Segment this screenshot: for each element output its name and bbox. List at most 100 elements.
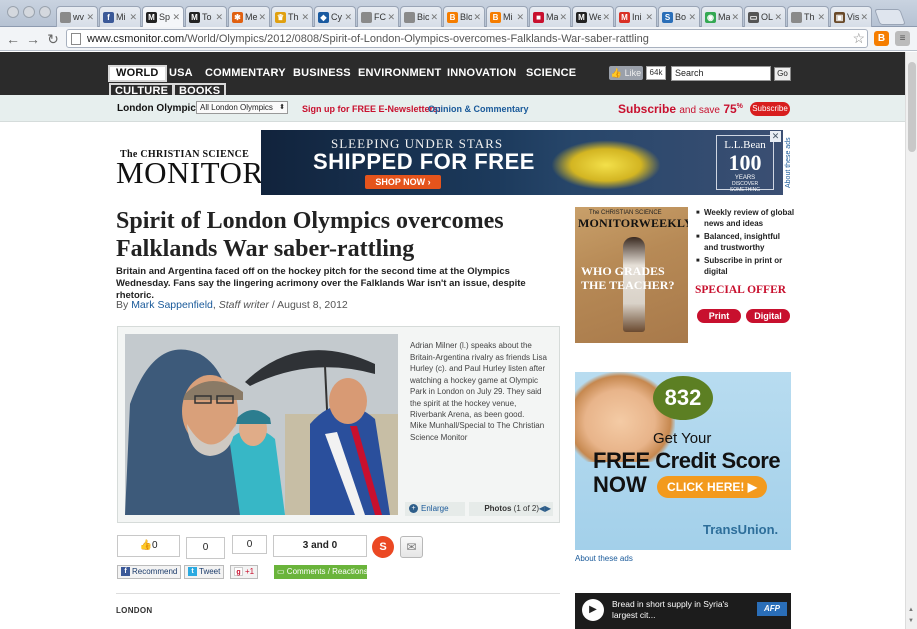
newsletter-signup-text[interactable]: Sign up for FREE E-Newsletters: [302, 104, 441, 114]
llbean-banner-ad[interactable]: SLEEPING UNDER STARS SHIPPED FOR FREE SH… [261, 130, 783, 195]
article-photo[interactable] [125, 334, 398, 515]
tab-close-icon[interactable]: ✕ [860, 12, 868, 23]
tab-close-icon[interactable]: ✕ [774, 12, 782, 23]
tab-close-icon[interactable]: ✕ [172, 12, 180, 23]
tab-close-icon[interactable]: ✕ [215, 12, 223, 23]
browser-tab[interactable]: f Mi ✕ [99, 6, 141, 27]
tab-close-icon[interactable]: ✕ [731, 12, 739, 23]
llbean-logo: L.L.Bean 100 YEARS DISCOVER SOMETHING [716, 135, 774, 193]
tab-close-icon[interactable]: ✕ [344, 12, 352, 23]
browser-tab[interactable]: Bic ✕ [400, 6, 442, 27]
browser-tab[interactable]: M To ✕ [185, 6, 227, 27]
browser-tab[interactable]: FC ✕ [357, 6, 399, 27]
byline-by: By [116, 299, 129, 311]
tab-close-icon[interactable]: ✕ [301, 12, 309, 23]
enlarge-button[interactable]: + Enlarge [405, 502, 465, 516]
tab-close-icon[interactable]: ✕ [86, 12, 94, 23]
maximize-window-button[interactable] [39, 6, 51, 18]
ad-close-icon[interactable]: ✕ [770, 131, 781, 142]
nav-science[interactable]: SCIENCE [526, 65, 576, 82]
click-here-button[interactable]: CLICK HERE! ▶ [657, 476, 767, 498]
tab-close-icon[interactable]: ✕ [258, 12, 266, 23]
browser-tab[interactable]: ♛ Th ✕ [271, 6, 313, 27]
reload-icon[interactable]: ↻ [44, 30, 62, 48]
article-dek: Britain and Argentina faced off on the h… [116, 266, 526, 301]
tab-label: wv [73, 12, 84, 22]
tab-close-icon[interactable]: ✕ [516, 12, 524, 23]
play-icon[interactable]: ▶ [582, 599, 604, 621]
opinion-commentary-link[interactable]: Opinion & Commentary [428, 104, 529, 114]
browser-tab[interactable]: ◉ Ma ✕ [701, 6, 743, 27]
browser-tab[interactable]: M Ini ✕ [615, 6, 657, 27]
close-window-button[interactable] [7, 6, 19, 18]
browser-tab[interactable]: M Sp ✕ [142, 6, 184, 27]
nav-business[interactable]: BUSINESS [293, 65, 351, 82]
minimize-window-button[interactable] [23, 6, 35, 18]
tab-close-icon[interactable]: ✕ [430, 12, 438, 23]
tweet-button[interactable]: t Tweet [184, 565, 225, 579]
shop-now-button[interactable]: SHOP NOW › [365, 175, 441, 189]
tab-close-icon[interactable]: ✕ [559, 12, 567, 23]
tab-close-icon[interactable]: ✕ [473, 12, 481, 23]
browser-tab[interactable]: B Blo ✕ [443, 6, 485, 27]
stumbleupon-icon[interactable]: S [372, 536, 394, 558]
tab-close-icon[interactable]: ✕ [817, 12, 825, 23]
tab-close-icon[interactable]: ✕ [129, 12, 137, 23]
browser-tab[interactable]: S Bo ✕ [658, 6, 700, 27]
browser-tab[interactable]: ■ Ma ✕ [529, 6, 571, 27]
facebook-like-button[interactable]: 👍 Like [609, 66, 643, 80]
email-icon[interactable]: ✉ [400, 536, 423, 558]
logo-monitor[interactable]: MONITOR [116, 155, 264, 191]
transunion-credit-ad[interactable]: 832 Get Your FREE Credit Score NOW CLICK… [575, 372, 791, 550]
tab-close-icon[interactable]: ✕ [645, 12, 653, 23]
video-title[interactable]: Bread in short supply in Syria's largest… [612, 599, 742, 621]
section-select[interactable]: All London Olympics ⬍ [196, 101, 288, 114]
browser-tab[interactable]: ▭ OL ✕ [744, 6, 786, 27]
subscribe-button[interactable]: Subscribe [750, 102, 790, 116]
digital-button[interactable]: Digital [746, 309, 790, 323]
browser-tab[interactable]: ◆ Cy ✕ [314, 6, 356, 27]
scroll-down-icon[interactable]: ▼ [908, 618, 914, 624]
nav-usa[interactable]: USA [169, 65, 193, 82]
about-ads-vertical-link[interactable]: About these ads [785, 137, 792, 188]
monitor-weekly-ad[interactable]: The CHRISTIAN SCIENCE MONITORWEEKLY WHO … [575, 207, 688, 343]
comments-button[interactable]: ▭ Comments / Reactions [274, 565, 368, 579]
share-total: 3 and 0 [273, 535, 367, 557]
print-button[interactable]: Print [697, 309, 741, 323]
address-bar[interactable]: www.csmonitor.com/World/Olympics/2012/08… [66, 29, 868, 48]
tab-close-icon[interactable]: ✕ [387, 12, 395, 23]
site-search-input[interactable]: Search [671, 66, 771, 81]
facebook-icon: f [103, 11, 114, 23]
blogger-extension-icon[interactable]: B [874, 31, 889, 46]
wrench-menu-icon[interactable]: ≡ [895, 31, 910, 46]
scroll-up-icon[interactable]: ▲ [908, 607, 914, 613]
page-scrollbar[interactable]: ▲ ▼ [905, 52, 917, 629]
tab-close-icon[interactable]: ✕ [602, 12, 610, 23]
nav-innovation[interactable]: INNOVATION [447, 65, 516, 82]
browser-tab[interactable]: ▣ Vis ✕ [830, 6, 872, 27]
browser-tab[interactable]: ✱ Me ✕ [228, 6, 270, 27]
browser-tab[interactable]: wv ✕ [56, 6, 98, 27]
about-ads-link[interactable]: About these ads [575, 554, 633, 563]
back-icon[interactable]: ← [4, 30, 22, 48]
author-link[interactable]: Mark Sappenfield [131, 299, 213, 311]
tab-close-icon[interactable]: ✕ [688, 12, 696, 23]
subscribe-promo[interactable]: Subscribe and save 75% [618, 102, 743, 116]
new-tab-button[interactable] [874, 9, 906, 25]
next-photo-icon[interactable]: ▶ [545, 504, 551, 513]
nav-environment[interactable]: ENVIRONMENT [358, 65, 441, 82]
bookmark-star-icon[interactable]: ☆ [852, 30, 865, 47]
browser-tab[interactable]: M We ✕ [572, 6, 614, 27]
scrollbar-thumb[interactable] [908, 62, 916, 152]
photo-illustration [125, 334, 398, 515]
nav-world[interactable]: WORLD [108, 65, 167, 82]
browser-tab[interactable]: Th ✕ [787, 6, 829, 27]
afp-video-widget[interactable]: ▶ Bread in short supply in Syria's large… [575, 593, 791, 629]
facebook-recommend-button[interactable]: f Recommend [117, 565, 182, 579]
google-plus-button[interactable]: g +1 [230, 565, 259, 579]
facebook-like-count[interactable]: 👍0 [117, 535, 180, 557]
search-go-button[interactable]: Go [774, 67, 791, 81]
forward-icon[interactable]: → [24, 30, 42, 48]
nav-commentary[interactable]: COMMENTARY [205, 65, 286, 82]
browser-tab[interactable]: B Mi ✕ [486, 6, 528, 27]
